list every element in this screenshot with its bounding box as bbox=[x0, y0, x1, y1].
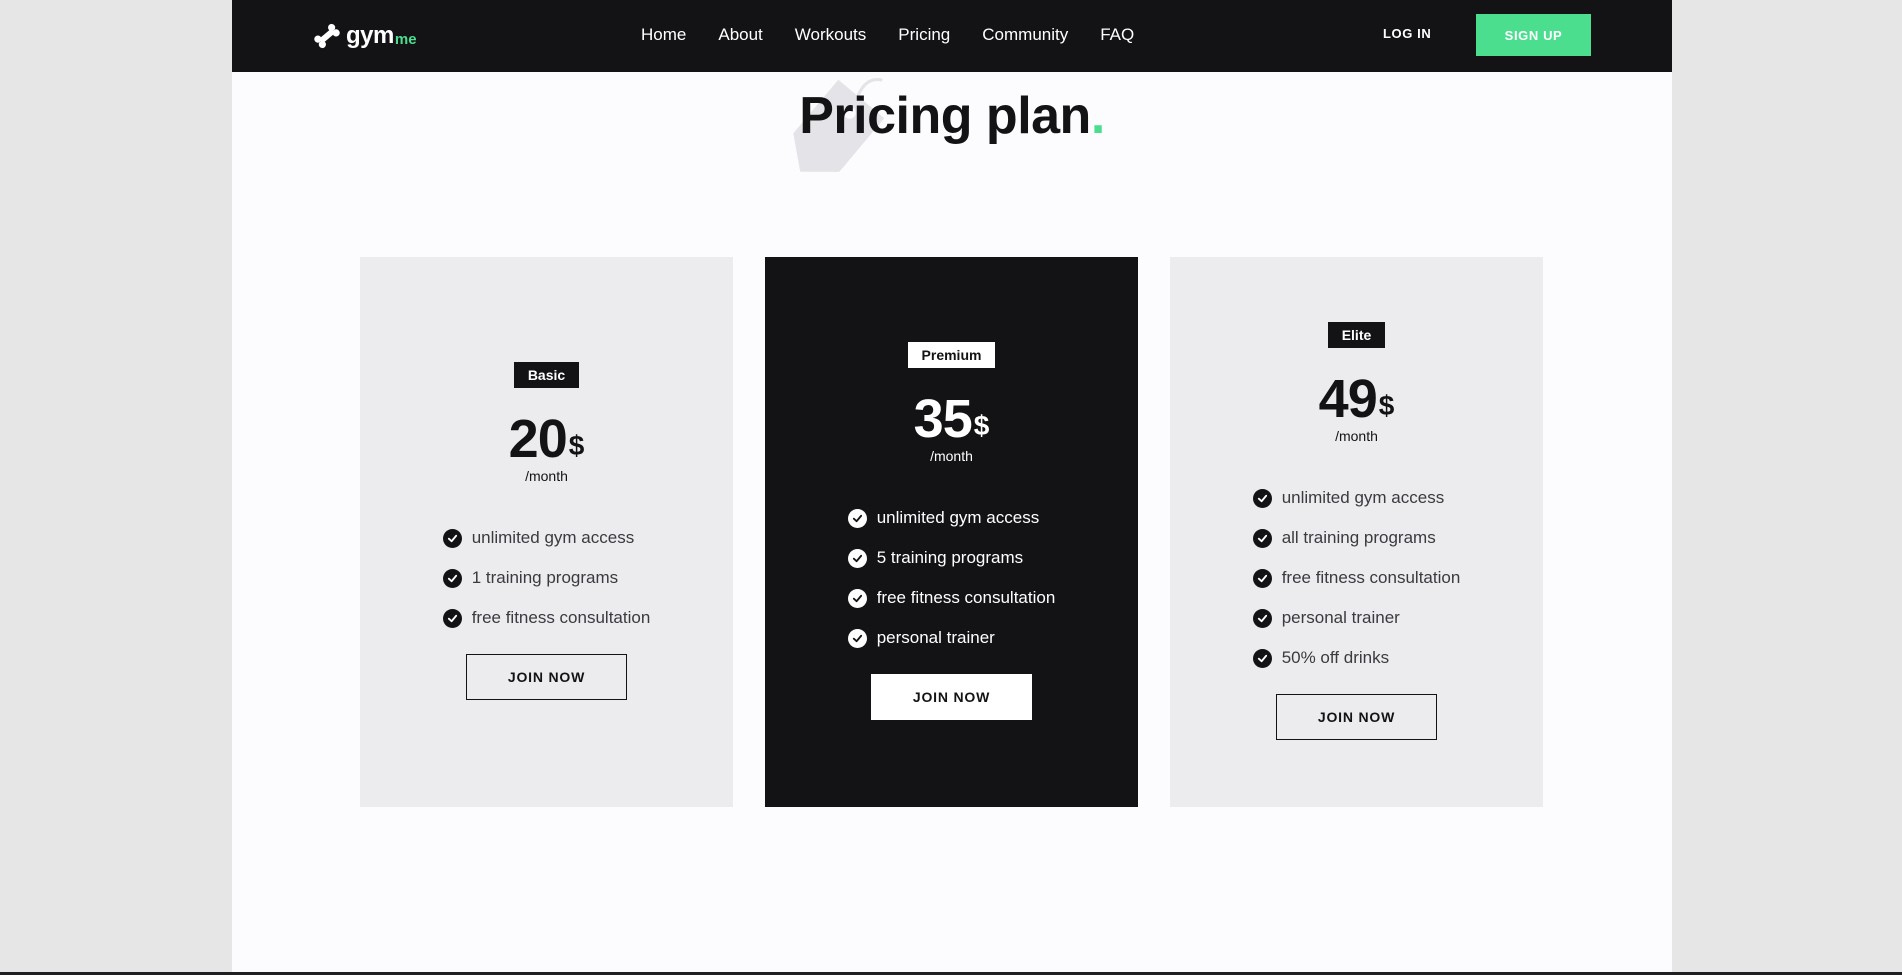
plan-name-badge: Basic bbox=[513, 362, 580, 388]
feature-item: personal trainer bbox=[1252, 598, 1461, 638]
plan-price: 20 $ bbox=[508, 409, 585, 469]
logo-text: gym bbox=[346, 22, 394, 49]
login-link[interactable]: LOG IN bbox=[1383, 26, 1431, 41]
plan-price: 49 $ bbox=[1318, 369, 1395, 429]
check-circle-icon bbox=[1252, 568, 1272, 588]
price-period: /month bbox=[1335, 428, 1378, 444]
join-now-button-elite[interactable]: JOIN NOW bbox=[1276, 694, 1437, 740]
bone-logo-icon bbox=[314, 23, 340, 49]
price-period: /month bbox=[525, 468, 568, 484]
feature-label: unlimited gym access bbox=[876, 508, 1040, 527]
check-circle-icon bbox=[847, 628, 867, 648]
feature-label: 1 training programs bbox=[471, 568, 619, 587]
page-title: Pricing plan. bbox=[232, 86, 1672, 146]
price-amount: 49 bbox=[1318, 369, 1378, 429]
check-circle-icon bbox=[847, 588, 867, 608]
feature-item: 1 training programs bbox=[442, 558, 651, 598]
feature-label: unlimited gym access bbox=[471, 528, 635, 547]
signup-button[interactable]: SIGN UP bbox=[1476, 14, 1591, 56]
nav-about[interactable]: About bbox=[718, 24, 762, 46]
feature-item: 5 training programs bbox=[847, 538, 1056, 578]
page: gym me Home About Workouts Pricing Commu… bbox=[232, 0, 1672, 972]
check-circle-icon bbox=[442, 608, 462, 628]
nav-home[interactable]: Home bbox=[641, 24, 686, 46]
price-amount: 35 bbox=[913, 389, 973, 449]
nav-pricing[interactable]: Pricing bbox=[898, 24, 950, 46]
feature-item: unlimited gym access bbox=[1252, 478, 1461, 518]
feature-label: 50% off drinks bbox=[1281, 648, 1390, 667]
plan-card-premium: Premium 35 $ /month unlimited gym access… bbox=[765, 257, 1138, 807]
feature-label: free fitness consultation bbox=[1281, 568, 1461, 587]
plan-card-elite: Elite 49 $ /month unlimited gym access a… bbox=[1170, 257, 1543, 807]
feature-item: free fitness consultation bbox=[442, 598, 651, 638]
price-amount: 20 bbox=[508, 409, 568, 469]
feature-item: all training programs bbox=[1252, 518, 1461, 558]
plan-card-content: Basic 20 $ /month unlimited gym access 1… bbox=[360, 362, 733, 700]
feature-item: free fitness consultation bbox=[1252, 558, 1461, 598]
feature-item: unlimited gym access bbox=[442, 518, 651, 558]
check-circle-icon bbox=[1252, 528, 1272, 548]
feature-list: unlimited gym access all training progra… bbox=[1252, 478, 1461, 678]
site-header: gym me Home About Workouts Pricing Commu… bbox=[232, 0, 1672, 72]
check-circle-icon bbox=[442, 528, 462, 548]
plan-price: 35 $ bbox=[913, 389, 990, 449]
feature-label: 5 training programs bbox=[876, 548, 1024, 567]
price-currency: $ bbox=[568, 430, 585, 461]
plan-card-content: Elite 49 $ /month unlimited gym access a… bbox=[1170, 322, 1543, 740]
nav-faq[interactable]: FAQ bbox=[1100, 24, 1134, 46]
logo-accent-text: me bbox=[394, 30, 417, 48]
feature-label: free fitness consultation bbox=[876, 588, 1056, 607]
check-circle-icon bbox=[847, 508, 867, 528]
plan-card-basic: Basic 20 $ /month unlimited gym access 1… bbox=[360, 257, 733, 807]
check-circle-icon bbox=[1252, 648, 1272, 668]
page-title-dot: . bbox=[1090, 87, 1105, 145]
price-currency: $ bbox=[973, 410, 990, 441]
check-circle-icon bbox=[1252, 608, 1272, 628]
feature-label: all training programs bbox=[1281, 528, 1436, 547]
feature-item: 50% off drinks bbox=[1252, 638, 1461, 678]
check-circle-icon bbox=[847, 548, 867, 568]
check-circle-icon bbox=[1252, 488, 1272, 508]
feature-list: unlimited gym access 5 training programs… bbox=[847, 498, 1056, 658]
plan-name-badge: Elite bbox=[1327, 322, 1386, 348]
feature-item: free fitness consultation bbox=[847, 578, 1056, 618]
nav-community[interactable]: Community bbox=[982, 24, 1068, 46]
main-nav: Home About Workouts Pricing Community FA… bbox=[641, 24, 1166, 46]
nav-workouts[interactable]: Workouts bbox=[795, 24, 867, 46]
feature-label: personal trainer bbox=[876, 628, 995, 647]
price-currency: $ bbox=[1378, 390, 1395, 421]
feature-label: free fitness consultation bbox=[471, 608, 651, 627]
plan-name-badge: Premium bbox=[907, 342, 996, 368]
page-title-text: Pricing plan bbox=[799, 87, 1091, 145]
feature-list: unlimited gym access 1 training programs… bbox=[442, 518, 651, 638]
feature-label: unlimited gym access bbox=[1281, 488, 1445, 507]
check-circle-icon bbox=[442, 568, 462, 588]
feature-label: personal trainer bbox=[1281, 608, 1400, 627]
join-now-button-premium[interactable]: JOIN NOW bbox=[871, 674, 1032, 720]
feature-item: unlimited gym access bbox=[847, 498, 1056, 538]
price-period: /month bbox=[930, 448, 973, 464]
plan-card-content: Premium 35 $ /month unlimited gym access… bbox=[765, 342, 1138, 720]
logo[interactable]: gym me bbox=[312, 20, 417, 52]
feature-item: personal trainer bbox=[847, 618, 1056, 658]
join-now-button-basic[interactable]: JOIN NOW bbox=[466, 654, 627, 700]
